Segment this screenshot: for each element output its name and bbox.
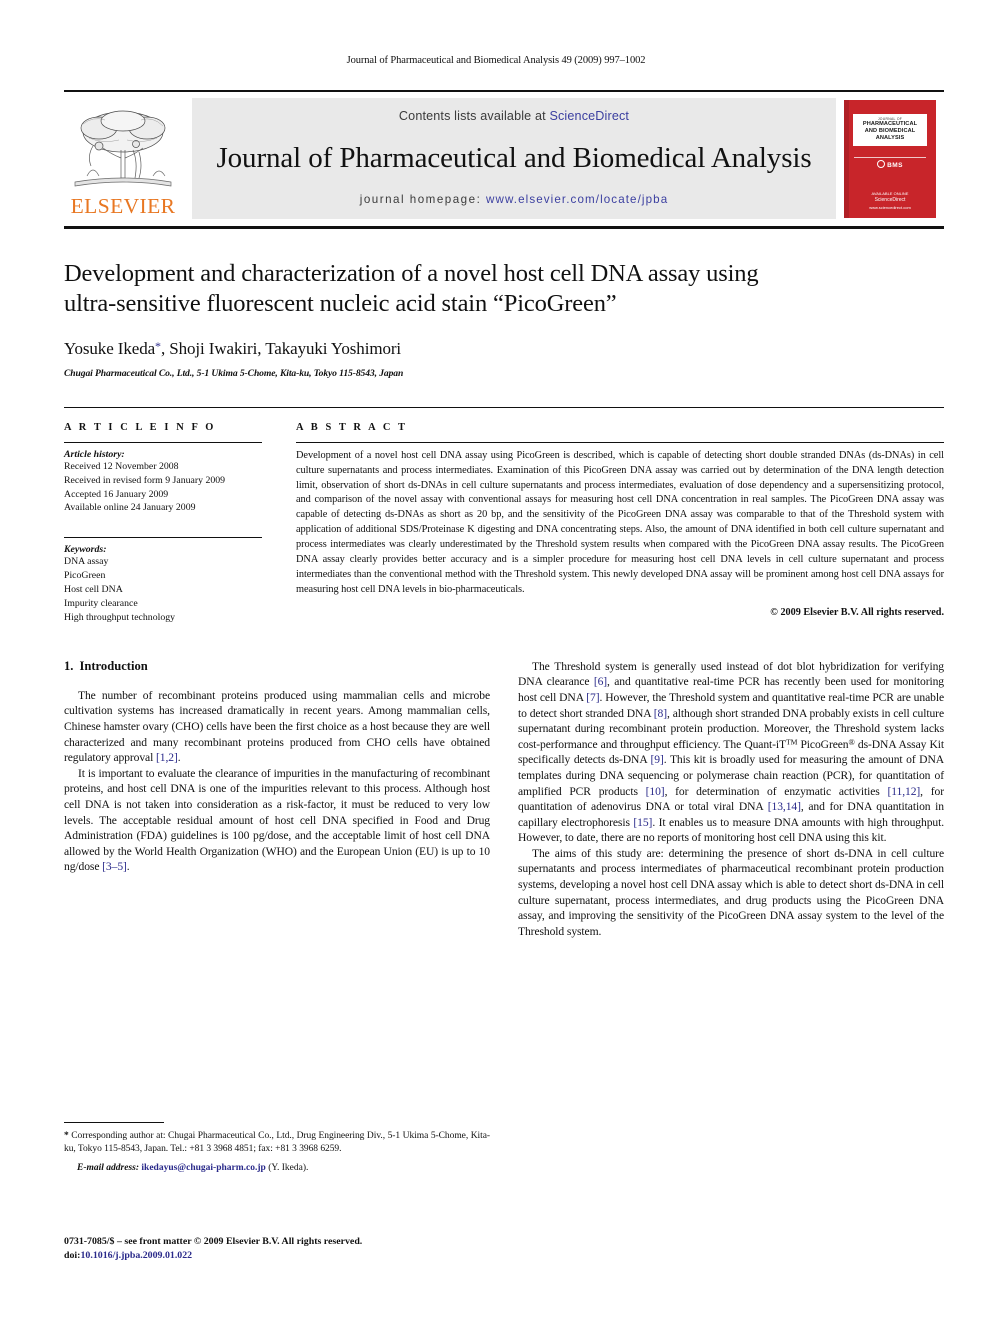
keyword-item: Impurity clearance — [64, 598, 138, 610]
title-block: Development and characterization of a no… — [64, 259, 944, 379]
abstract-column: A B S T R A C T Development of a novel h… — [296, 422, 944, 625]
affiliation: Chugai Pharmaceutical Co., Ltd., 5-1 Uki… — [64, 367, 404, 379]
body-paragraph: The aims of this study are: determining … — [518, 846, 944, 938]
keywords-block: Keywords: DNA assay PicoGreen Host cell … — [64, 537, 262, 625]
cover-line3: AND BIOMEDICAL — [864, 127, 916, 134]
issn-line: 0731-7085/$ – see front matter © 2009 El… — [64, 1236, 363, 1247]
citation-link[interactable]: [3–5] — [102, 860, 127, 873]
journal-article-page: Journal of Pharmaceutical and Biomedical… — [0, 0, 992, 1323]
cover-foot3: www.sciencedirect.com — [869, 204, 911, 210]
citation-link[interactable]: [11,12] — [887, 785, 920, 798]
article-info-heading: A R T I C L E I N F O — [64, 421, 216, 433]
article-info-rule — [64, 441, 262, 443]
section-number: 1. — [64, 658, 74, 673]
email-label: E-mail address: — [77, 1163, 140, 1174]
citation-link[interactable]: [10] — [646, 785, 665, 798]
keyword-item: High throughput technology — [64, 612, 176, 623]
citation-link[interactable]: [8] — [654, 707, 667, 720]
history-item: Accepted 16 January 2009 — [64, 488, 169, 500]
intro-right-paragraphs: The Threshold system is generally used i… — [518, 659, 944, 939]
doi-line: doi:10.1016/j.jpba.2009.01.022 — [64, 1249, 504, 1263]
cover-card: JOURNAL OF PHARMACEUTICAL AND BIOMEDICAL… — [844, 99, 936, 218]
email-link[interactable]: ikedayus@chugai-pharm.co.jp — [141, 1163, 265, 1173]
cover-foot1: AVAILABLE ONLINE — [871, 191, 909, 196]
contents-available-line: Contents lists available at ScienceDirec… — [399, 109, 629, 123]
abstract-heading: A B S T R A C T — [296, 421, 408, 433]
abstract-copyright: © 2009 Elsevier B.V. All rights reserved… — [770, 606, 944, 618]
info-abstract-region: A R T I C L E I N F O Article history: R… — [64, 406, 944, 625]
keyword-item: PicoGreen — [64, 570, 106, 582]
footnote-star-marker: * — [64, 1131, 69, 1141]
body-column-right: The Threshold system is generally used i… — [518, 659, 944, 939]
email-footnote: E-mail address: ikedayus@chugai-pharm.co… — [64, 1163, 490, 1173]
cover-title-box: JOURNAL OF PHARMACEUTICAL AND BIOMEDICAL… — [853, 113, 927, 146]
journal-band: Contents lists available at ScienceDirec… — [192, 98, 836, 219]
cover-foot2: ScienceDirect — [874, 197, 906, 203]
abstract-rule — [296, 441, 944, 443]
registered-mark: ® — [848, 737, 855, 747]
cover-divider — [854, 156, 926, 158]
trademark-mark: TM — [786, 737, 798, 747]
homepage-prefix: journal homepage: — [359, 193, 487, 206]
elsevier-logo: ELSEVIER — [64, 98, 182, 219]
history-item: Received in revised form 9 January 2009 — [64, 474, 226, 486]
elsevier-tree-icon — [74, 110, 172, 186]
citation-link[interactable]: [7] — [586, 691, 599, 704]
journal-masthead: ELSEVIER Contents lists available at Sci… — [64, 90, 944, 229]
journal-homepage-line: journal homepage: www.elsevier.com/locat… — [360, 193, 669, 206]
cover-line2: PHARMACEUTICAL — [862, 120, 918, 127]
author-rest: , Shoji Iwakiri, Takayuki Yoshimori — [160, 338, 402, 358]
history-item: Available online 24 January 2009 — [64, 502, 196, 514]
citation-link[interactable]: [13,14] — [768, 800, 801, 813]
footnote-rule — [64, 1122, 164, 1123]
cover-footer: AVAILABLE ONLINE ScienceDirect www.scien… — [844, 191, 936, 211]
article-info-column: A R T I C L E I N F O Article history: R… — [64, 422, 296, 625]
sciencedirect-link[interactable]: ScienceDirect — [549, 109, 629, 123]
journal-cover-thumbnail[interactable]: JOURNAL OF PHARMACEUTICAL AND BIOMEDICAL… — [844, 98, 944, 219]
page-title: Development and characterization of a no… — [64, 259, 944, 320]
keywords-label: Keywords: — [64, 544, 107, 556]
body-column-left: 1. Introduction The number of recombinant… — [64, 659, 490, 939]
footnote-block: * Corresponding author at: Chugai Pharma… — [64, 1122, 490, 1173]
cover-line4: ANALYSIS — [875, 134, 905, 141]
history-item: Received 12 November 2008 — [64, 460, 179, 472]
contents-prefix: Contents lists available at — [398, 109, 550, 123]
body-paragraph: The number of recombinant proteins produ… — [64, 688, 490, 765]
title-line-1: Development and characterization of a no… — [64, 260, 759, 287]
footnote-text: Corresponding author at: Chugai Pharmace… — [64, 1131, 490, 1155]
author-first: Yosuke Ikeda — [64, 338, 156, 358]
corresponding-author-footnote: * Corresponding author at: Chugai Pharma… — [64, 1130, 490, 1156]
doi-link[interactable]: 10.1016/j.jpba.2009.01.022 — [80, 1250, 192, 1261]
citation-link[interactable]: [1,2] — [156, 751, 178, 764]
cover-badge: BMS — [844, 159, 936, 169]
citation-link[interactable]: [9] — [651, 753, 664, 766]
intro-left-paragraphs: The number of recombinant proteins produ… — [64, 688, 490, 875]
body-paragraph: It is important to evaluate the clearanc… — [64, 766, 490, 874]
doi-label: doi: — [64, 1250, 81, 1262]
running-head: Journal of Pharmaceutical and Biomedical… — [346, 55, 646, 66]
email-suffix: (Y. Ikeda). — [268, 1163, 309, 1174]
section-heading-introduction: 1. Introduction — [64, 659, 490, 674]
keywords-rule — [64, 537, 262, 539]
journal-title: Journal of Pharmaceutical and Biomedical… — [216, 141, 812, 174]
cover-badge-label: BMS — [887, 161, 903, 169]
citation-link[interactable]: [15] — [633, 816, 652, 829]
issn-doi-block: 0731-7085/$ – see front matter © 2009 El… — [64, 1235, 504, 1263]
title-line-2: ultra-sensitive fluorescent nucleic acid… — [64, 290, 617, 318]
homepage-url-link[interactable]: www.elsevier.com/locate/jpba — [486, 193, 668, 206]
elsevier-wordmark: ELSEVIER — [70, 193, 176, 218]
article-history-label: Article history: — [64, 448, 125, 460]
author-list: Yosuke Ikeda*, Shoji Iwakiri, Takayuki Y… — [64, 339, 944, 359]
keyword-item: DNA assay — [64, 556, 109, 568]
article-history-list: Received 12 November 2008 Received in re… — [64, 460, 262, 516]
section-title: Introduction — [79, 658, 148, 673]
body-columns: 1. Introduction The number of recombinant… — [64, 659, 944, 939]
cover-badge-dot-icon — [877, 159, 886, 168]
abstract-text: Development of a novel host cell DNA ass… — [296, 449, 944, 595]
citation-link[interactable]: [6] — [594, 675, 607, 688]
keyword-item: Host cell DNA — [64, 584, 123, 596]
body-paragraph: The Threshold system is generally used i… — [518, 659, 945, 845]
